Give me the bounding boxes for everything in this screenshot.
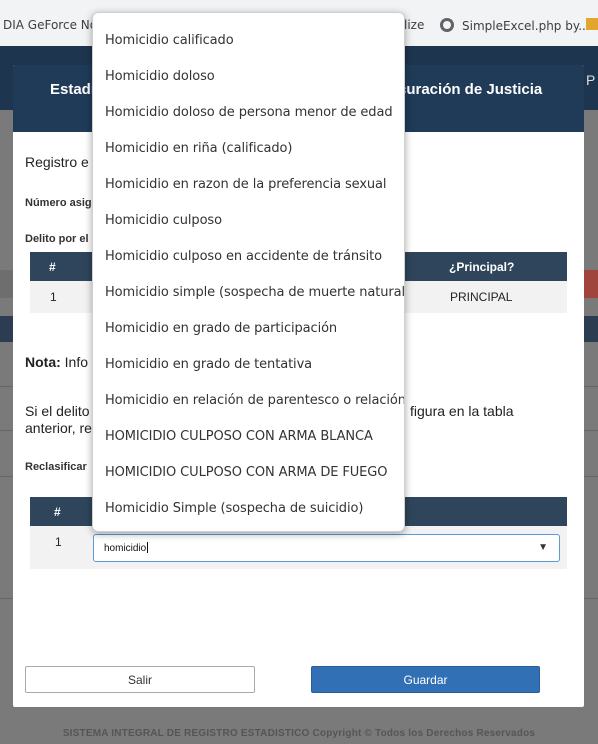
text-caret	[147, 542, 149, 553]
dropdown-option[interactable]: HOMICIDIO CULPOSO CON ARMA DE FUEGO	[105, 465, 388, 480]
si-text-left: Si el delito	[25, 403, 90, 419]
dropdown-option[interactable]: Homicidio en grado de tentativa	[105, 357, 312, 372]
table-col-number: #	[49, 260, 56, 274]
table-cell-principal: PRINCIPAL	[450, 290, 513, 304]
combo-input-value: homicidio	[104, 543, 147, 554]
page-footer: SISTEMA INTEGRAL DE REGISTRO ESTADISTICO…	[62, 728, 536, 739]
modal-title-right: curación de Justicia	[398, 81, 543, 98]
table-col-principal: ¿Principal?	[449, 260, 515, 274]
dropdown-option[interactable]: Homicidio Simple (sospecha de suicidio)	[105, 501, 363, 516]
si-text-right: figura en la tabla	[410, 403, 514, 419]
bookmark-simpleexcel[interactable]: SimpleExcel.php by...	[440, 18, 590, 33]
chevron-down-icon[interactable]: ▼	[538, 542, 548, 553]
dropdown-option[interactable]: Homicidio simple (sospecha de muerte nat…	[105, 285, 404, 300]
table-cell-number: 1	[50, 290, 57, 304]
anterior-text: anterior, re	[25, 420, 92, 436]
bookmark-lize[interactable]: lize	[404, 18, 424, 32]
modal-title-left: Estadi	[50, 81, 96, 98]
dropdown-option[interactable]: Homicidio en razon de la preferencia sex…	[105, 177, 387, 192]
delito-search-combobox[interactable]: homicidio ▼	[93, 534, 560, 562]
nota-label: Nota:	[25, 354, 61, 370]
dropdown-option[interactable]: Homicidio culposo	[105, 213, 222, 228]
bookmark-simpleexcel-label: SimpleExcel.php by...	[462, 19, 590, 33]
dropdown-option[interactable]: Homicidio doloso	[105, 69, 215, 84]
dropdown-option[interactable]: HOMICIDIO CULPOSO CON ARMA BLANCA	[105, 429, 373, 444]
delito-label: Delito por el	[25, 233, 89, 245]
dropdown-option[interactable]: Homicidio en relación de parentesco o re…	[105, 393, 404, 408]
guardar-button[interactable]: Guardar	[311, 666, 540, 693]
delito-options-dropdown: Homicidio calificado Homicidio doloso Ho…	[92, 12, 405, 532]
bookmark-folder-icon[interactable]	[586, 18, 598, 30]
nota-text: Nota: Info	[25, 354, 88, 370]
table-col-number: #	[54, 505, 61, 519]
dropdown-option[interactable]: Homicidio en riña (calificado)	[105, 141, 292, 156]
combo-input-text[interactable]: homicidio	[104, 542, 149, 554]
reclasificar-label: Reclasificar	[25, 461, 87, 473]
dropdown-option[interactable]: Homicidio culposo en accidente de tránsi…	[105, 249, 382, 264]
table-cell-number: 1	[55, 535, 62, 549]
dropdown-option[interactable]: Homicidio doloso de persona menor de eda…	[105, 105, 393, 120]
nota-body: Info	[64, 354, 89, 370]
salir-button[interactable]: Salir	[25, 666, 255, 693]
page-header-fragment: P	[586, 72, 596, 88]
page-red-strip	[584, 270, 598, 298]
dropdown-option[interactable]: Homicidio calificado	[105, 33, 234, 48]
globe-icon	[440, 18, 454, 32]
registro-label: Registro e	[25, 154, 89, 170]
dropdown-option[interactable]: Homicidio en grado de participación	[105, 321, 337, 336]
numero-label: Número asig	[25, 197, 92, 209]
